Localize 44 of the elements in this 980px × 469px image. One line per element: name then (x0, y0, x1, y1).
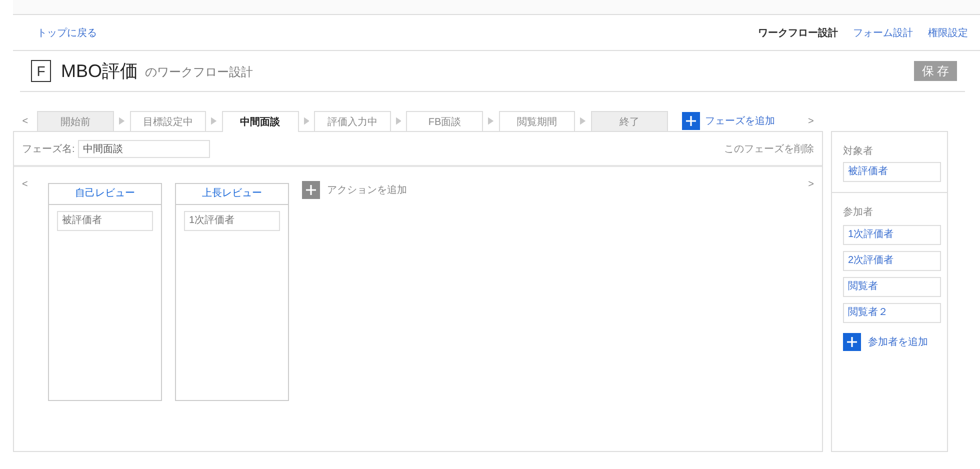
form-title: MBO評価 (61, 60, 138, 83)
add-action-button[interactable]: アクションを追加 (302, 181, 407, 199)
phase-tab[interactable]: 中間面談 (222, 111, 299, 132)
participant-chip[interactable]: 2次評価者 (843, 251, 941, 271)
phase-name-label: フェーズ名: (22, 142, 75, 156)
plus-icon (302, 181, 320, 199)
triangle-icon (211, 117, 217, 125)
action-title[interactable]: 上長レビュー (176, 184, 288, 205)
plus-icon (843, 333, 861, 351)
triangle-icon (580, 117, 586, 125)
phase-tab[interactable]: 開始前 (37, 111, 114, 131)
scroll-left-arrow[interactable]: < (13, 116, 38, 126)
action-title[interactable]: 自己レビュー (49, 184, 161, 205)
phase-tab[interactable]: 目標設定中 (130, 111, 206, 131)
participant-chip[interactable]: 閲覧者２ (843, 303, 941, 323)
scroll-right-arrow[interactable]: > (808, 179, 814, 190)
phase-tab[interactable]: 評価入力中 (314, 111, 391, 131)
phase-tab[interactable]: 閲覧期間 (498, 111, 576, 131)
phase-tab[interactable]: FB面談 (406, 111, 484, 131)
plus-icon (682, 112, 700, 130)
back-link[interactable]: トップに戻る (37, 26, 97, 40)
triangle-icon (488, 117, 494, 125)
add-participant-button[interactable]: 参加者を追加 (843, 333, 941, 351)
phase-name-field[interactable]: 中間面談 (78, 140, 210, 158)
participant-chip[interactable]: 閲覧者 (843, 277, 941, 297)
nav-link[interactable]: フォーム設計 (853, 26, 913, 40)
phase-tab[interactable]: 終了 (591, 111, 668, 131)
add-phase-button[interactable]: フェーズを追加 (682, 112, 775, 130)
triangle-icon (304, 117, 310, 125)
form-badge: F (31, 60, 51, 82)
scroll-left-arrow[interactable]: < (22, 179, 48, 190)
nav-link[interactable]: 権限設定 (928, 26, 968, 40)
section-label: 対象者 (843, 144, 874, 158)
scroll-right-arrow[interactable]: > (798, 116, 824, 126)
assignee-chip[interactable]: 被評価者 (57, 211, 153, 231)
page-subtitle: のワークフロー設計 (145, 64, 254, 81)
section-label: 参加者 (843, 206, 874, 219)
target-chip[interactable]: 被評価者 (843, 162, 941, 182)
triangle-icon (396, 117, 402, 125)
nav-link[interactable]: ワークフロー設計 (758, 26, 838, 40)
assignee-chip[interactable]: 1次評価者 (184, 211, 280, 231)
participant-chip[interactable]: 1次評価者 (843, 225, 941, 245)
delete-phase-link[interactable]: このフェーズを削除 (724, 142, 814, 156)
triangle-icon (118, 117, 125, 125)
